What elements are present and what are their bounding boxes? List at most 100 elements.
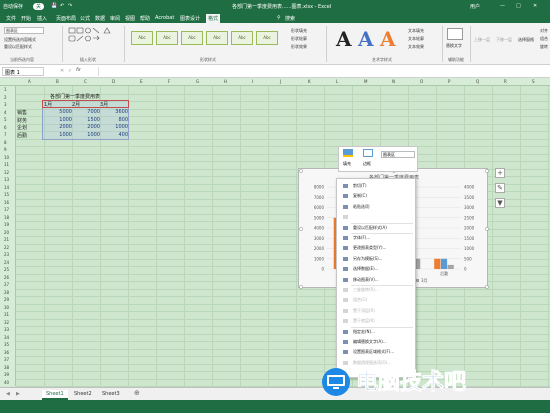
tab-4[interactable]: 页面布局	[56, 15, 76, 22]
tab-6[interactable]: 数据	[95, 15, 105, 22]
resize-handle[interactable]	[299, 169, 303, 173]
reset-style-button[interactable]: 重设以匹配样式	[4, 44, 32, 50]
alt-text-button[interactable]: 替换文字	[446, 43, 462, 49]
value-cell[interactable]: 2000	[58, 124, 72, 130]
header-feb[interactable]: 2月	[72, 101, 80, 108]
table-title[interactable]: 各部门第一季度费用表	[50, 93, 100, 100]
column-header[interactable]: F	[168, 79, 170, 84]
context-menu-item[interactable]: 移动图表(V)...	[353, 277, 379, 283]
row-header[interactable]: 20	[4, 230, 9, 235]
undo-icon[interactable]: ↶	[60, 3, 64, 9]
context-menu-item[interactable]: 字体(F)...	[353, 235, 370, 241]
tab-3[interactable]: 插入	[37, 15, 47, 22]
value-cell[interactable]: 1000	[86, 132, 100, 138]
column-header[interactable]: M	[364, 79, 367, 84]
row-header[interactable]: 23	[4, 252, 9, 257]
chart-filters-button[interactable]: ▼	[495, 198, 505, 208]
column-header[interactable]: E	[140, 79, 143, 84]
column-header[interactable]: H	[224, 79, 227, 84]
column-header[interactable]: N	[392, 79, 395, 84]
close-icon[interactable]: ✕	[533, 3, 537, 9]
context-menu-item[interactable]: 重设以匹配样式(A)	[353, 225, 387, 231]
row-header[interactable]: 18	[4, 215, 9, 220]
value-cell[interactable]: 7000	[86, 109, 100, 115]
shape-style-3[interactable]: Abc	[181, 31, 203, 45]
row-header[interactable]: 8	[4, 140, 7, 145]
chart-elements-button[interactable]: +	[495, 168, 505, 178]
shape-outline-button[interactable]: 形状轮廓	[291, 36, 307, 42]
sheet-tab-1[interactable]: Sheet1	[42, 390, 68, 400]
tab-5[interactable]: 公式	[80, 15, 90, 22]
tab-1[interactable]: 文件	[6, 15, 16, 22]
context-menu-item[interactable]: 复制(C)	[353, 193, 367, 199]
combine-button[interactable]: 组合	[540, 36, 548, 42]
row-header[interactable]: 39	[4, 372, 9, 377]
value-cell[interactable]: 1000	[58, 132, 72, 138]
send-backward-button[interactable]: 下移一层	[496, 37, 512, 43]
shape-style-2[interactable]: Abc	[156, 31, 178, 45]
tab-7[interactable]: 审阅	[110, 15, 120, 22]
value-cell[interactable]: 1000	[58, 117, 72, 123]
row-header[interactable]: 33	[4, 327, 9, 332]
row-header[interactable]: 7	[4, 132, 7, 137]
fill-icon[interactable]	[343, 149, 353, 157]
column-header[interactable]: C	[84, 79, 87, 84]
align-button[interactable]: 对齐	[540, 28, 548, 34]
row-header[interactable]: 26	[4, 275, 9, 280]
row-header[interactable]: 16	[4, 200, 9, 205]
column-header[interactable]: Q	[476, 79, 479, 84]
column-header[interactable]: L	[336, 79, 338, 84]
row-header[interactable]: 12	[4, 170, 9, 175]
column-header[interactable]: G	[196, 79, 199, 84]
value-cell[interactable]: 2000	[86, 124, 100, 130]
column-header[interactable]: D	[112, 79, 115, 84]
value-cell[interactable]: 3600	[114, 109, 128, 115]
tab-12[interactable]: 格式	[206, 14, 221, 23]
sheet-tab-3[interactable]: Sheet3	[98, 390, 124, 398]
column-header[interactable]: O	[420, 79, 423, 84]
row-header[interactable]: 21	[4, 237, 9, 242]
context-menu-item[interactable]: 剪切(T)	[353, 183, 367, 189]
row-header[interactable]: 30	[4, 305, 9, 310]
row-header[interactable]: 14	[4, 185, 9, 190]
header-mar[interactable]: 3月	[100, 101, 108, 108]
formula-input[interactable]	[98, 67, 548, 76]
chart-styles-button[interactable]: ✎	[495, 183, 505, 193]
text-effect-button[interactable]: 文本效果	[408, 44, 424, 50]
row-header[interactable]: 19	[4, 222, 9, 227]
context-menu-item[interactable]: 编辑替换文字(A)...	[353, 339, 387, 345]
user-name[interactable]: 用户	[470, 3, 480, 10]
row-header[interactable]: 24	[4, 260, 9, 265]
shape-style-5[interactable]: Abc	[231, 31, 253, 45]
row-header[interactable]: 3	[4, 102, 7, 107]
autosave-toggle[interactable]: 关	[33, 3, 45, 10]
column-header[interactable]: S	[532, 79, 535, 84]
mini-fill-label[interactable]: 填充	[343, 161, 351, 167]
row-header[interactable]: 22	[4, 245, 9, 250]
shape-style-6[interactable]: Abc	[256, 31, 278, 45]
header-jan[interactable]: 1月	[44, 101, 52, 108]
format-selection-button[interactable]: 设置所选内容格式	[4, 37, 36, 43]
bar-2月-后勤[interactable]	[440, 258, 448, 269]
context-menu-item[interactable]: 粘贴选项:	[353, 204, 370, 210]
value-cell[interactable]: 1500	[86, 117, 100, 123]
column-header[interactable]: A	[28, 79, 31, 84]
chart-element-dropdown[interactable]: 图表区	[4, 27, 44, 34]
row-header[interactable]: 36	[4, 350, 9, 355]
tab-8[interactable]: 视图	[125, 15, 135, 22]
art-style-black[interactable]: A	[336, 27, 352, 51]
bar-1月-后勤[interactable]	[434, 258, 441, 269]
tell-me-search[interactable]: 搜索	[285, 15, 295, 22]
shapes-gallery[interactable]	[68, 27, 118, 51]
row-header[interactable]: 28	[4, 290, 9, 295]
column-header[interactable]: B	[56, 79, 59, 84]
value-cell[interactable]: 1000	[114, 124, 128, 130]
text-outline-button[interactable]: 文本轮廓	[408, 36, 424, 42]
context-menu-item[interactable]: 选择数据(E)...	[353, 266, 378, 272]
dept-cell[interactable]: 后勤	[17, 132, 27, 139]
tab-9[interactable]: 帮助	[140, 15, 150, 22]
column-header[interactable]: I	[252, 79, 253, 84]
row-header[interactable]: 6	[4, 125, 7, 130]
function-icon[interactable]: fx	[76, 67, 81, 73]
row-header[interactable]: 4	[4, 110, 7, 115]
